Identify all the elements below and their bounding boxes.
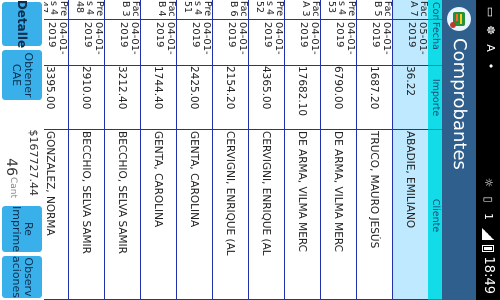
cell-fecha: 04-01-2019	[213, 20, 248, 66]
column-header-comp[interactable]: Comp	[428, 0, 442, 20]
cell-cliente: BECCHIO, SELVA SAMIR	[105, 130, 140, 300]
cell-importe: 4365.00	[249, 66, 284, 130]
total-amount: $167727.44	[27, 129, 40, 196]
cell-fecha: 04-01-2019	[177, 20, 212, 66]
cell-fecha: 04-01-2019	[141, 20, 176, 66]
cell-comp: Pres 448	[69, 0, 104, 20]
cell-cliente: GENTA, CAROLINA	[177, 130, 212, 300]
table-row[interactable]: Pres 451 04-01-2019 2425.00 GENTA, CAROLINA	[176, 0, 212, 300]
nfc-icon: ☸	[484, 25, 497, 35]
cell-fecha: 04-01-2019	[357, 20, 392, 66]
cell-importe: 6790.00	[321, 66, 356, 130]
cell-comp: FacA 7	[393, 0, 428, 20]
cell-cliente: GONZALEZ, NORMA	[44, 130, 68, 300]
cell-importe: 3212.40	[105, 66, 140, 130]
cell-fecha: 04-01-2019	[44, 20, 68, 66]
detalle-button[interactable]: Detalle	[2, 0, 42, 48]
table-row[interactable]: Pres 44704-01-20193395.00GONZALEZ, NORMA	[44, 0, 68, 300]
cell-cliente: BECCHIO, SELVA SAMIR	[69, 130, 104, 300]
table-row[interactable]: Pres 448 04-01-2019 2910.00 BECCHIO, SELVA …	[68, 0, 104, 300]
cell-importe: 1687.20	[357, 66, 392, 130]
brightness-icon: ☼	[482, 177, 496, 188]
page-title: Comprobantes	[449, 38, 470, 170]
table-row[interactable]: Pres 453 04-01-2019 6790.00 DE ARMA, VILMA …	[320, 0, 356, 300]
column-header-importe[interactable]: Importe	[428, 66, 442, 130]
count-value: 46	[3, 158, 19, 176]
status-clock: 18:49	[481, 256, 496, 294]
cell-fecha: 04-01-2019	[69, 20, 104, 66]
column-header-fecha[interactable]: Fecha	[428, 20, 442, 66]
cell-importe: 1744.40	[141, 66, 176, 130]
cell-importe: 2154.20	[213, 66, 248, 130]
totals-summary: $167727.44 46 Cant	[2, 104, 42, 202]
cell-importe: 3395.00	[44, 66, 68, 130]
observaciones-button[interactable]: Observ aciones	[2, 256, 42, 298]
cell-importe: 2910.00	[69, 66, 104, 130]
cell-cliente: CERVIGNI, ENRIQUE (AL	[249, 130, 284, 300]
table-header: Comp Fecha Importe Cliente	[428, 0, 442, 300]
cell-comp: Pres 452	[249, 0, 284, 20]
table-row[interactable]: FacA 3 04-01-2019 17682.10 DE ARMA, VILMA M…	[284, 0, 320, 300]
dot-icon: •	[484, 62, 497, 70]
cell-importe: 2425.00	[177, 66, 212, 130]
cell-comp: FacB 6	[213, 0, 248, 20]
cell-cliente: CERVIGNI, ENRIQUE (AL	[213, 130, 248, 300]
count-label: Cant	[8, 176, 18, 198]
status-bar: ▭ ☸ A • ☼ ▯ 1 18:49	[476, 0, 500, 300]
bottom-toolbar: Detalle Obtener CAE $167727.44 46 Cant R…	[0, 0, 44, 300]
cell-cliente: TRUCO, MAURO JESÚS	[357, 130, 392, 300]
cell-comp: FacB 3	[105, 0, 140, 20]
cell-comp: Pres 451	[177, 0, 212, 20]
a-notification-icon: A	[484, 44, 497, 52]
cell-cliente: DE ARMA, VILMA MERC	[285, 130, 320, 300]
comprobantes-table: Comp Fecha Importe Cliente FacA 7 05-01-2…	[44, 0, 442, 300]
column-header-cliente[interactable]: Cliente	[428, 130, 442, 300]
table-row[interactable]: Pres 452 04-01-2019 4365.00 CERVIGNI, ENRIQ…	[248, 0, 284, 300]
table-row[interactable]: FacB 4 04-01-2019 1744.40 GENTA, CAROLINA	[140, 0, 176, 300]
notification-count-icon: 1	[482, 213, 496, 221]
cell-fecha: 04-01-2019	[285, 20, 320, 66]
cell-comp: FacA 3	[285, 0, 320, 20]
cell-comp: FacB 5	[357, 0, 392, 20]
cell-fecha: 04-01-2019	[249, 20, 284, 66]
vibrate-icon: ▯	[482, 196, 496, 203]
cell-fecha: 05-01-2019	[393, 20, 428, 66]
cell-importe: 36.22	[393, 66, 428, 130]
table-row[interactable]: FacB 5 04-01-2019 1687.20 TRUCO, MAURO JESÚ…	[356, 0, 392, 300]
cell-fecha: 04-01-2019	[321, 20, 356, 66]
cell-cliente: ABADIE, EMILIANO	[393, 130, 428, 300]
table-row[interactable]: FacB 6 04-01-2019 2154.20 CERVIGNI, ENRIQUE…	[212, 0, 248, 300]
cast-icon: ▭	[484, 6, 497, 18]
app-logo-icon	[447, 7, 471, 31]
cell-comp: FacB 4	[141, 0, 176, 20]
cell-importe: 17682.10	[285, 66, 320, 130]
phone-screen: ▭ ☸ A • ☼ ▯ 1 18:49 Comprobantes Comp Fe…	[0, 0, 500, 300]
signal-icon	[482, 227, 495, 240]
app-title-bar: Comprobantes	[442, 0, 476, 300]
cell-comp: Pres 453	[321, 0, 356, 20]
table-row[interactable]: FacA 7 05-01-2019 36.22 ABADIE, EMILIANO	[392, 0, 428, 300]
table-row[interactable]: FacB 3 04-01-2019 3212.40 BECCHIO, SELVA SA…	[104, 0, 140, 300]
reimprime-button[interactable]: Re Imprime	[2, 206, 42, 252]
cell-cliente: DE ARMA, VILMA MERC	[321, 130, 356, 300]
obtener-cae-button[interactable]: Obtener CAE	[2, 50, 42, 100]
cell-cliente: GENTA, CAROLINA	[141, 130, 176, 300]
cell-comp: Pres 447	[44, 0, 68, 20]
cell-fecha: 04-01-2019	[105, 20, 140, 66]
battery-icon	[482, 244, 495, 252]
table-body: FacA 7 05-01-2019 36.22 ABADIE, EMILIANO Fac…	[44, 0, 428, 300]
